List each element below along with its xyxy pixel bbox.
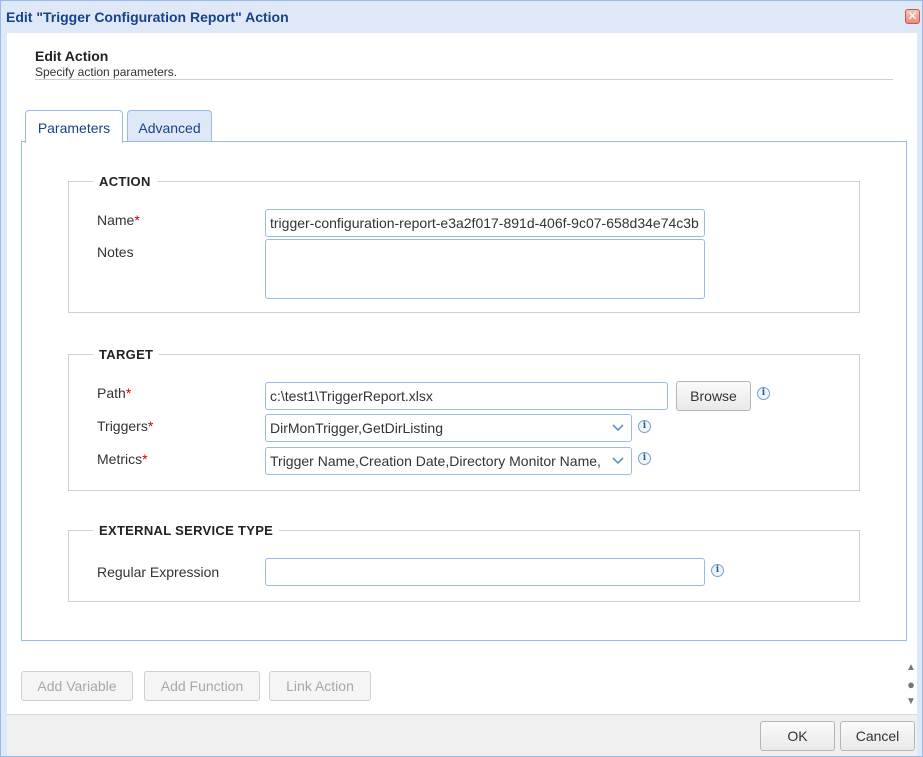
add-function-button[interactable]: Add Function	[144, 671, 260, 701]
chevron-down-icon[interactable]	[605, 415, 631, 441]
dialog-footer: OK Cancel	[7, 714, 917, 756]
browse-button[interactable]: Browse	[676, 381, 751, 411]
path-input[interactable]: c:\test1\TriggerReport.xlsx	[265, 382, 668, 410]
triggers-value: DirMonTrigger,GetDirListing	[270, 420, 443, 436]
dialog-titlebar[interactable]: Edit "Trigger Configuration Report" Acti…	[1, 1, 922, 33]
name-input[interactable]: trigger-configuration-report-e3a2f017-89…	[265, 209, 705, 237]
header-subtitle: Specify action parameters.	[35, 65, 178, 79]
tab-parameters[interactable]: Parameters	[25, 110, 123, 143]
target-group: TARGET Path* c:\test1\TriggerReport.xlsx…	[68, 347, 860, 491]
metrics-label: Metrics*	[97, 451, 148, 467]
target-group-legend: TARGET	[93, 347, 160, 362]
scroll-up-icon[interactable]: ▲	[904, 662, 918, 673]
name-label: Name*	[97, 212, 140, 228]
action-group-legend: ACTION	[93, 174, 157, 189]
dialog-body: Edit Action Specify action parameters. P…	[7, 33, 917, 715]
metrics-combo[interactable]: Trigger Name,Creation Date,Directory Mon…	[265, 447, 632, 475]
info-icon[interactable]: i	[638, 420, 651, 433]
notes-textarea[interactable]	[265, 239, 705, 299]
scroll-thumb-icon[interactable]: ●	[904, 677, 918, 692]
metrics-value: Trigger Name,Creation Date,Directory Mon…	[270, 453, 601, 469]
add-variable-button[interactable]: Add Variable	[21, 671, 133, 701]
link-action-button[interactable]: Link Action	[269, 671, 371, 701]
external-service-group: EXTERNAL SERVICE TYPE Regular Expression…	[68, 523, 860, 602]
info-icon[interactable]: i	[757, 387, 770, 400]
scroll-down-icon[interactable]: ▼	[904, 696, 918, 707]
required-marker: *	[147, 418, 154, 434]
triggers-combo[interactable]: DirMonTrigger,GetDirListing	[265, 414, 632, 442]
info-icon[interactable]: i	[638, 452, 651, 465]
header-divider	[35, 79, 893, 80]
parameters-panel: ACTION Name* trigger-configuration-repor…	[21, 141, 907, 641]
external-service-group-legend: EXTERNAL SERVICE TYPE	[93, 523, 280, 538]
required-marker: *	[134, 212, 140, 228]
dialog-title: Edit "Trigger Configuration Report" Acti…	[6, 9, 289, 25]
notes-label: Notes	[97, 244, 134, 260]
ok-button[interactable]: OK	[760, 721, 835, 751]
metrics-label-text: Metrics	[97, 451, 143, 467]
required-marker: *	[142, 451, 148, 467]
edit-action-dialog: Edit "Trigger Configuration Report" Acti…	[0, 0, 923, 757]
triggers-label: Triggers*	[97, 418, 153, 434]
regex-label: Regular Expression	[97, 564, 220, 580]
path-label: Path*	[97, 385, 131, 401]
close-icon[interactable]: ✕	[905, 9, 920, 24]
header-title: Edit Action	[35, 48, 109, 64]
info-icon[interactable]: i	[711, 564, 724, 577]
required-marker: *	[125, 385, 132, 401]
tab-advanced[interactable]: Advanced	[127, 110, 212, 142]
chevron-down-icon[interactable]	[605, 448, 631, 474]
name-label-text: Name	[97, 212, 135, 228]
triggers-label-text: Triggers	[97, 418, 148, 434]
action-group: ACTION Name* trigger-configuration-repor…	[68, 174, 860, 313]
regex-input[interactable]	[265, 558, 705, 586]
path-label-text: Path	[97, 385, 126, 401]
cancel-button[interactable]: Cancel	[840, 721, 915, 751]
